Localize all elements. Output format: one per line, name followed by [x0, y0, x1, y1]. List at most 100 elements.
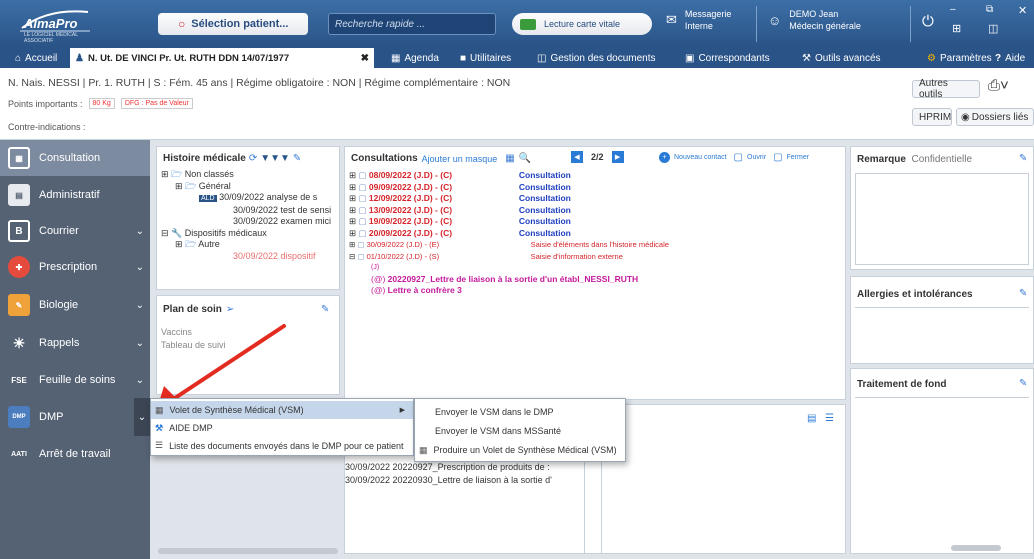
chevron-down-icon[interactable]: ⌄: [136, 375, 144, 386]
tab-gestion-documents[interactable]: ◫ Gestion des documents: [532, 48, 661, 68]
sidebar-item-courrier[interactable]: B Courrier ⌄: [0, 213, 150, 249]
search-icon[interactable]: 🔍: [519, 153, 531, 164]
close-window-icon[interactable]: ✕: [1018, 4, 1027, 17]
patient-select-button[interactable]: ○ Sélection patient...: [158, 13, 308, 35]
restore-icon[interactable]: ⧉: [986, 4, 993, 15]
close-tab-icon[interactable]: ✖: [361, 53, 369, 64]
menu-item-envoyer-dmp[interactable]: Envoyer le VSM dans le DMP: [435, 404, 554, 420]
consultation-subrow[interactable]: (J): [349, 262, 839, 274]
consultation-row[interactable]: ⊞ ▢ 08/09/2022 (J.D) - (C) Consultation: [349, 170, 839, 182]
chevron-down-icon[interactable]: ⌄: [136, 338, 144, 349]
remarque-header: Remarque Confidentielle: [857, 154, 973, 165]
tree-node[interactable]: ⊟ 🔧 Dispositifs médicaux: [161, 228, 339, 240]
chevron-down-icon[interactable]: ⌄: [136, 226, 144, 237]
power-icon[interactable]: ⏻: [922, 13, 934, 30]
sidebar-item-consultation[interactable]: ▦ Consultation: [0, 140, 150, 176]
tree-node[interactable]: ALD 30/09/2022 analyse de s: [161, 192, 339, 205]
list-icon[interactable]: ☰: [825, 413, 834, 424]
tab-patient[interactable]: ♟ N. Ut. DE VINCI Pr. Ut. RUTH DDN 14/07…: [70, 48, 374, 68]
quick-search-input[interactable]: Recherche rapide ...: [328, 13, 496, 35]
filter-icon[interactable]: ▼▼▼: [260, 153, 290, 164]
chevron-down-icon[interactable]: ⌄: [136, 262, 144, 273]
grid-icon[interactable]: ⊞: [952, 22, 961, 35]
wrench-icon: ⚒: [802, 52, 811, 64]
doctor-profile[interactable]: ☺ DEMO Jean Médecin générale: [768, 8, 861, 32]
consultation-row[interactable]: ⊞ ▢ 12/09/2022 (J.D) - (C) Consultation: [349, 193, 839, 205]
mask-icon[interactable]: ▦: [505, 153, 514, 164]
edit-icon[interactable]: ✎: [321, 304, 329, 315]
sidebar-item-arret-travail[interactable]: AATI Arrêt de travail: [0, 436, 150, 472]
tab-utilitaires[interactable]: ■ Utilitaires: [455, 48, 516, 68]
tree-node[interactable]: ⊞ 🗁 Non classés: [161, 169, 339, 181]
consultation-row[interactable]: ⊞ ▢ 20/09/2022 (J.D) - (C) Consultation: [349, 228, 839, 240]
menu-item-vsm[interactable]: ▦ Volet de Synthèse Médical (VSM) ▶: [151, 401, 413, 419]
traitement-header: Traitement de fond: [857, 379, 947, 390]
weight-badge: 80 Kg: [88, 98, 115, 109]
sidebar-item-prescription[interactable]: ✚ Prescription ⌄: [0, 249, 150, 285]
pin-icon[interactable]: ➢: [226, 304, 234, 315]
menu-item-aide-dmp[interactable]: ⚒ AIDE DMP: [151, 420, 413, 436]
document-row[interactable]: 30/09/2022 20220930_Lettre de liaison à …: [345, 474, 552, 487]
tab-agenda[interactable]: ▦ Agenda: [386, 48, 444, 68]
edit-icon[interactable]: ✎: [1019, 288, 1027, 299]
vitale-card-button[interactable]: Lecture carte vitale: [512, 13, 652, 35]
edit-icon[interactable]: ✎: [293, 153, 301, 164]
divider: [910, 6, 911, 42]
open-folder-icon: ▢: [733, 152, 743, 163]
new-contact-button[interactable]: Nouveau contact: [674, 154, 727, 161]
sidebar-item-feuille-de-soins[interactable]: FSE Feuille de soins ⌄: [0, 362, 150, 398]
add-mask-link[interactable]: Ajouter un masque: [422, 154, 498, 164]
refresh-icon[interactable]: ⟳: [249, 153, 257, 164]
tab-parametres[interactable]: ⚙ Paramètres: [922, 48, 997, 68]
document-row[interactable]: 30/09/2022 20220927_Prescription de prod…: [345, 461, 552, 474]
tree-node[interactable]: 30/09/2022 examen mici: [161, 216, 339, 228]
menu-item-envoyer-mssante[interactable]: Envoyer le VSM dans MSSanté: [435, 423, 561, 439]
tree-node[interactable]: ⊞ 🗁 Autre: [161, 239, 339, 251]
tab-aide[interactable]: ? Aide: [990, 48, 1030, 68]
traitement-panel: Traitement de fond ✎: [850, 368, 1034, 554]
sidebar-item-biologie[interactable]: ✎ Biologie ⌄: [0, 287, 150, 323]
remarque-textarea[interactable]: [855, 173, 1029, 265]
tree-node[interactable]: 30/09/2022 test de sensi: [161, 205, 339, 217]
minimize-icon[interactable]: –: [950, 4, 956, 15]
split-icon[interactable]: ◫: [988, 22, 998, 35]
tab-outils-avances[interactable]: ⚒ Outils avancés: [797, 48, 886, 68]
sidebar-item-rappels[interactable]: ☀ Rappels ⌄: [0, 325, 150, 361]
tab-accueil[interactable]: ⌂ Accueil: [10, 48, 62, 68]
messagerie-button[interactable]: ✉ Messagerie Interne: [666, 8, 731, 32]
folder-icon: ◫: [537, 52, 547, 64]
sidebar-item-administratif[interactable]: ▤ Administratif: [0, 177, 150, 213]
edit-icon[interactable]: ✎: [1019, 153, 1027, 164]
scrollbar[interactable]: [951, 545, 1001, 551]
tree-node[interactable]: ⊞ 🗁 Général: [161, 181, 339, 193]
scrollbar[interactable]: [158, 548, 338, 554]
autres-outils-button[interactable]: Autres outils: [912, 78, 980, 100]
chevron-down-icon[interactable]: ⌄: [136, 300, 144, 311]
consultation-subrow[interactable]: (@) 20220927_Lettre de liaison à la sort…: [349, 274, 839, 286]
open-button[interactable]: Ouvrir: [747, 154, 766, 161]
prev-page-button[interactable]: ◀: [571, 151, 583, 163]
next-page-button[interactable]: ▶: [611, 151, 624, 163]
menu-item-liste-documents[interactable]: ☰ Liste des documents envoyés dans le DMP…: [151, 437, 413, 454]
tree-node[interactable]: 30/09/2022 dispositif: [161, 251, 339, 263]
close-button[interactable]: Fermer: [787, 154, 810, 161]
menu-item-produire-vsm[interactable]: ▦ Produire un Volet de Synthèse Médical (…: [419, 442, 617, 458]
submenu-arrow-icon: ▶: [399, 407, 405, 414]
chevron-down-icon[interactable]: ⌄: [134, 398, 150, 436]
consultation-row[interactable]: ⊞ ▢ 30/09/2022 (J.D) - (E) Saisie d'éléme…: [349, 239, 839, 251]
sidebar-item-dmp[interactable]: DMP DMP ⌄: [0, 398, 150, 436]
contacts-icon: ▣: [685, 52, 695, 64]
courrier-icon: B: [8, 220, 30, 242]
consultation-row[interactable]: ⊞ ▢ 09/09/2022 (J.D) - (C) Consultation: [349, 182, 839, 194]
print-icon[interactable]: ⎙˅: [988, 77, 1009, 94]
tab-correspondants[interactable]: ▣ Correspondants: [680, 48, 775, 68]
chart-icon[interactable]: ▤: [807, 413, 816, 424]
consultation-row[interactable]: ⊞ ▢ 19/09/2022 (J.D) - (C) Consultation: [349, 216, 839, 228]
consultation-row[interactable]: ⊞ ▢ 13/09/2022 (J.D) - (C) Consultation: [349, 205, 839, 217]
dossiers-lies-button[interactable]: ◉ Dossiers liés: [956, 108, 1034, 126]
consultation-subrow[interactable]: (@) Lettre à confrère 3: [349, 285, 839, 297]
consultation-row[interactable]: ⊟ ▢ 01/10/2022 (J.D) - (S) Saisie d'infor…: [349, 251, 839, 263]
hprim-button[interactable]: HPRIM: [912, 108, 952, 126]
close-folder-icon: ▢: [773, 152, 783, 163]
edit-icon[interactable]: ✎: [1019, 378, 1027, 389]
